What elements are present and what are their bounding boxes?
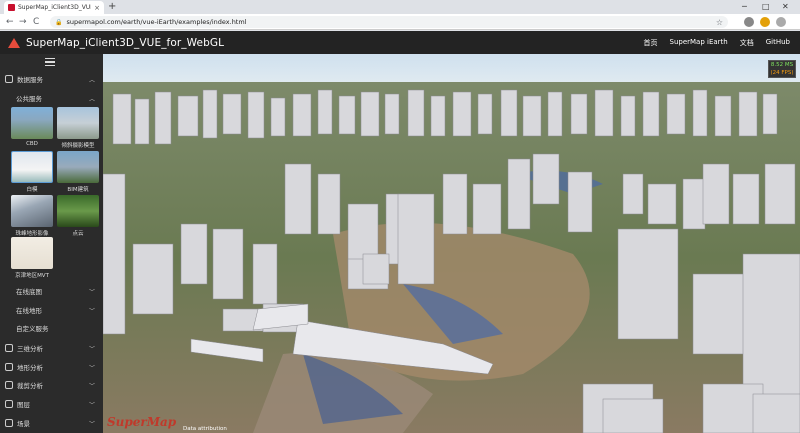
- chevron-down-icon: ﹀: [88, 307, 95, 315]
- thumb-bim[interactable]: BIM建筑: [57, 151, 99, 193]
- sidebar: 数据服务 ︿ 公共服务 ︿ CBD 倾斜摄影模型 白模 BIM建筑 珠峰地形影像…: [0, 54, 103, 433]
- thumb-image: [57, 151, 99, 183]
- thumb-image: [11, 237, 53, 269]
- sidebar-item-3d-analysis[interactable]: 三维分析 ﹀: [0, 341, 103, 355]
- 3d-scene-viewport[interactable]: 8.52 MS (24 FPS) SuperMap Data attributi…: [103, 54, 800, 433]
- chevron-up-icon: ︿: [88, 76, 95, 84]
- sidebar-item-public-service[interactable]: 公共服务 ︿: [0, 91, 103, 105]
- scissors-icon: [5, 381, 13, 389]
- thumb-image: [57, 107, 99, 139]
- thumb-caption: 点云: [72, 231, 84, 237]
- thumb-caption: 白模: [26, 187, 38, 193]
- url-text: supermapol.com/earth/vue-iEarth/examples…: [66, 18, 247, 26]
- thumb-caption: 京津地区MVT: [15, 273, 49, 279]
- maximize-icon[interactable]: □: [762, 1, 770, 13]
- sidebar-item-label: 在线底图: [16, 288, 42, 296]
- thumb-caption: CBD: [26, 141, 38, 147]
- thumb-image: [11, 151, 53, 183]
- sidebar-item-clip-analysis[interactable]: 裁剪分析 ﹀: [0, 378, 103, 392]
- data-attribution-link[interactable]: Data attribution: [183, 426, 227, 432]
- sidebar-item-layers[interactable]: 图层 ﹀: [0, 397, 103, 411]
- database-icon: [5, 75, 13, 83]
- supermap-watermark: SuperMap: [107, 415, 177, 429]
- globe-icon: [5, 419, 13, 427]
- hamburger-menu-icon[interactable]: [45, 58, 55, 66]
- sidebar-item-label: 裁剪分析: [17, 382, 43, 390]
- sidebar-item-label: 地形分析: [17, 364, 43, 372]
- sidebar-item-label: 场景: [17, 420, 30, 428]
- nav-docs[interactable]: 文档: [740, 38, 754, 48]
- back-icon[interactable]: ←: [6, 16, 14, 28]
- thumb-image: [11, 195, 53, 227]
- thumb-caption: 倾斜摄影模型: [61, 143, 95, 149]
- chevron-down-icon: ﹀: [88, 401, 95, 409]
- window-close-icon[interactable]: ✕: [782, 1, 789, 13]
- thumb-cbd[interactable]: CBD: [11, 107, 53, 149]
- close-tab-icon[interactable]: ×: [94, 4, 100, 12]
- layers-icon: [5, 400, 13, 408]
- thumb-everest[interactable]: 珠峰地形影像: [11, 195, 53, 237]
- app-header: SuperMap_iClient3D_VUE_for_WebGL 首页 Supe…: [0, 31, 800, 54]
- top-nav: 首页 SuperMap iEarth 文档 GitHub: [644, 38, 791, 48]
- sidebar-item-label: 公共服务: [16, 95, 42, 103]
- sidebar-item-label: 数据服务: [17, 76, 43, 84]
- supermap-logo-icon: [8, 37, 20, 48]
- nav-iearth[interactable]: SuperMap iEarth: [670, 38, 728, 48]
- mountain-icon: [5, 363, 13, 371]
- sidebar-item-online-basemap[interactable]: 在线底图 ﹀: [0, 284, 103, 298]
- chevron-down-icon: ﹀: [88, 420, 95, 428]
- thumb-point-cloud[interactable]: 点云: [57, 195, 99, 237]
- cube-icon: [5, 344, 13, 352]
- city-scene: [103, 54, 800, 433]
- thumb-mvt[interactable]: 京津地区MVT: [11, 237, 53, 279]
- profile-icon[interactable]: [760, 17, 770, 27]
- thumb-white-model[interactable]: 白模: [11, 151, 53, 193]
- reload-icon[interactable]: C: [33, 16, 39, 28]
- fps: (24 FPS): [770, 70, 794, 76]
- tab-title: SuperMap_iClient3D_VUE_for...: [18, 4, 91, 11]
- bookmark-star-icon[interactable]: ☆: [716, 18, 723, 27]
- thumb-oblique-model[interactable]: 倾斜摄影模型: [57, 107, 99, 149]
- thumb-caption: 珠峰地形影像: [15, 231, 49, 237]
- browser-tab[interactable]: SuperMap_iClient3D_VUE_for... ×: [4, 1, 104, 14]
- thumb-image: [57, 195, 99, 227]
- sidebar-item-label: 图层: [17, 401, 30, 409]
- sidebar-item-terrain-analysis[interactable]: 地形分析 ﹀: [0, 360, 103, 374]
- sidebar-item-online-terrain[interactable]: 在线地形 ﹀: [0, 303, 103, 317]
- sidebar-item-label: 在线地形: [16, 307, 42, 315]
- performance-readout: 8.52 MS (24 FPS): [768, 60, 796, 78]
- chevron-down-icon: ﹀: [88, 364, 95, 372]
- nav-github[interactable]: GitHub: [766, 38, 790, 48]
- sidebar-item-label: 三维分析: [17, 345, 43, 353]
- sidebar-item-label: 自定义服务: [16, 325, 49, 333]
- nav-home[interactable]: 首页: [644, 38, 658, 48]
- menu-icon[interactable]: [776, 17, 786, 27]
- thumb-caption: BIM建筑: [67, 187, 89, 193]
- chevron-down-icon: ﹀: [88, 288, 95, 296]
- sidebar-item-custom-service[interactable]: 自定义服务: [0, 321, 103, 335]
- minimize-icon[interactable]: ─: [742, 1, 747, 13]
- sidebar-item-data-service[interactable]: 数据服务 ︿: [0, 72, 103, 86]
- thumb-image: [11, 107, 53, 139]
- address-bar: ← → C 🔒 supermapol.com/earth/vue-iEarth/…: [0, 14, 800, 30]
- forward-icon[interactable]: →: [19, 16, 27, 28]
- lock-icon: 🔒: [55, 18, 63, 26]
- favicon-icon: [8, 4, 15, 11]
- chevron-down-icon: ﹀: [88, 382, 95, 390]
- app-title: SuperMap_iClient3D_VUE_for_WebGL: [26, 36, 225, 49]
- chevron-up-icon: ︿: [88, 95, 95, 103]
- frame-time: 8.52 MS: [770, 62, 794, 68]
- url-field[interactable]: 🔒 supermapol.com/earth/vue-iEarth/exampl…: [50, 16, 728, 28]
- chevron-down-icon: ﹀: [88, 345, 95, 353]
- new-tab-button[interactable]: +: [108, 1, 116, 13]
- sidebar-item-scene[interactable]: 场景 ﹀: [0, 416, 103, 430]
- extension-icon[interactable]: [744, 17, 754, 27]
- browser-tabstrip: SuperMap_iClient3D_VUE_for... × + ─ □ ✕: [0, 0, 800, 14]
